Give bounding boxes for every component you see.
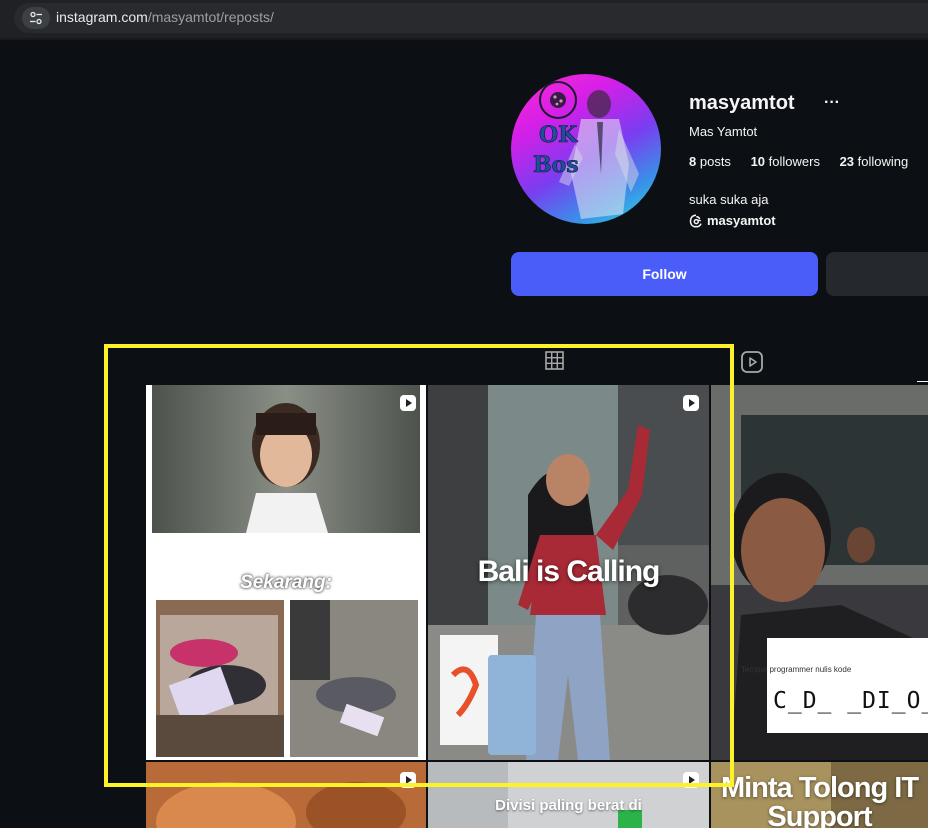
post-tile-4[interactable] [146, 762, 426, 828]
profile-username: masyamtot [689, 92, 795, 114]
threads-link[interactable]: masyamtot [689, 213, 776, 228]
omnibox[interactable]: instagram.com/masyamtot/reposts/ [14, 3, 928, 33]
more-options-icon[interactable]: ··· [824, 94, 840, 112]
profile-bio: suka suka aja [689, 192, 769, 207]
profile-full-name: Mas Yamtot [689, 124, 758, 139]
avatar-text-bos: Bos [533, 152, 579, 178]
tile-caption-minta-tolong: Minta Tolong IT Support [720, 772, 919, 828]
threads-handle: masyamtot [707, 213, 776, 228]
following-label: following [857, 154, 909, 169]
posts-count: 8 [689, 154, 697, 169]
caption-card [767, 638, 928, 733]
reel-icon [400, 772, 416, 788]
following-stat[interactable]: 23 following [840, 154, 909, 169]
post-tile-programmer[interactable]: Tempat programmer nulis kode C_D_ _DI_O_ [711, 385, 928, 760]
active-tab-indicator [917, 381, 928, 382]
posts-stat: 8 posts [689, 154, 731, 169]
post-tile-bali[interactable]: Bali is Calling [428, 385, 709, 760]
follow-button[interactable]: Follow [511, 252, 818, 296]
toolbar-divider [0, 38, 928, 40]
profile-stats: 8 posts 10 followers 23 following [689, 154, 924, 169]
followers-label: followers [768, 154, 820, 169]
threads-icon [689, 213, 702, 228]
following-count: 23 [839, 154, 855, 169]
url-text[interactable]: instagram.com/masyamtot/reposts/ [56, 9, 274, 25]
tile-caption-bali: Bali is Calling [477, 555, 661, 588]
reel-icon [683, 395, 699, 411]
tile-caption-divisi: Divisi paling berat di [495, 797, 642, 814]
browser-address-bar: instagram.com/masyamtot/reposts/ [0, 0, 928, 38]
followers-count: 10 [750, 154, 766, 169]
site-settings-icon[interactable] [22, 7, 50, 29]
profile-avatar[interactable]: OK Bos [511, 74, 661, 224]
followers-stat[interactable]: 10 followers [751, 154, 820, 169]
message-button[interactable] [826, 252, 928, 296]
url-path: /masyamtot/reposts/ [147, 9, 274, 25]
posts-label: posts [699, 154, 731, 169]
reel-icon [400, 395, 416, 411]
avatar-text-ok: OK [539, 122, 578, 148]
tile-caption-small: Tempat programmer nulis kode [741, 665, 852, 674]
post-tile-sekarang[interactable]: Sekarang: [146, 385, 426, 760]
reels-tab-icon[interactable] [740, 350, 764, 379]
post-tile-minta-tolong[interactable]: Minta Tolong IT Support [711, 762, 928, 828]
url-host: instagram.com [56, 9, 148, 25]
post-thumbnail-4 [146, 762, 426, 828]
post-tile-divisi[interactable]: Divisi paling berat di [428, 762, 709, 828]
reel-icon [683, 772, 699, 788]
tile-caption-code: C_D_ _DI_O_ [773, 688, 928, 714]
page-root: instagram.com/masyamtot/reposts/ OK Bos … [0, 0, 928, 828]
tile-caption-sekarang: Sekarang: [240, 572, 332, 593]
post-thumbnail-divisi [428, 762, 709, 828]
posts-tab-grid-icon[interactable] [545, 351, 564, 375]
